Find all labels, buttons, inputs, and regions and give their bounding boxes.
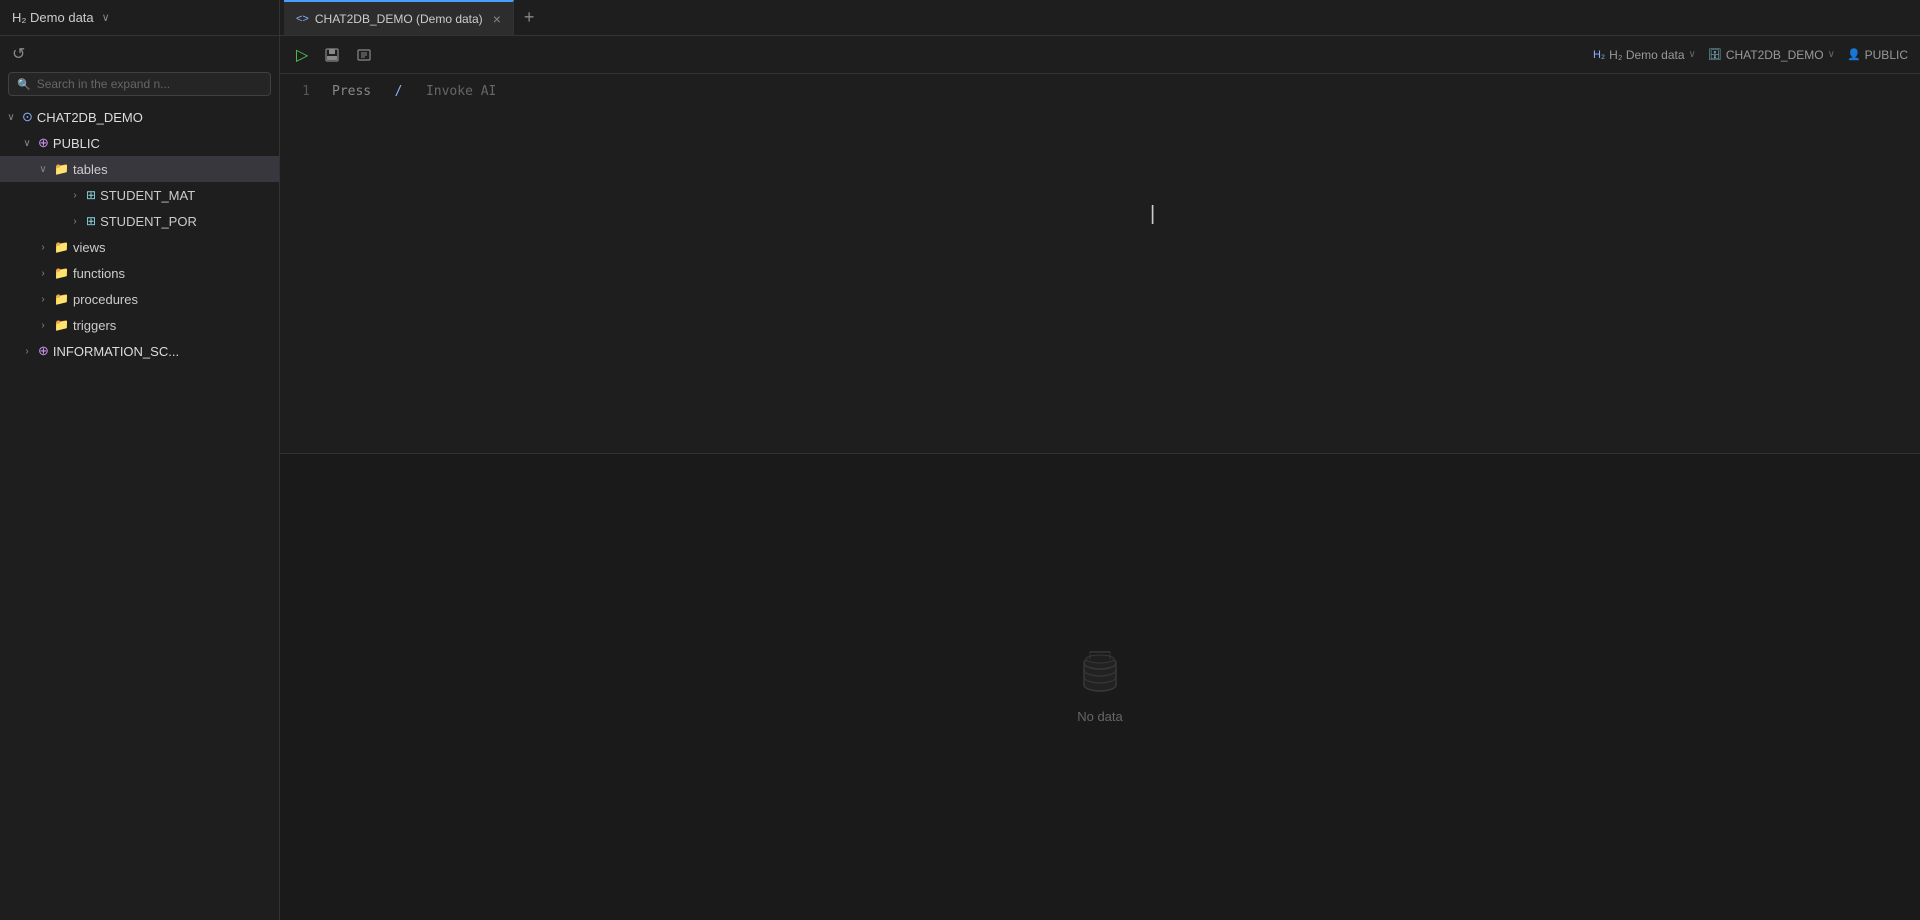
header-right: H₂ H₂ Demo data ∨ 🗄 CHAT2DB_DEMO ∨ 👤 PUB… <box>1593 48 1908 62</box>
search-icon: 🔍 <box>17 78 31 91</box>
run-button[interactable]: ▷ <box>292 43 312 67</box>
no-data-icon <box>1076 650 1124 701</box>
schema-label: PUBLIC <box>1865 48 1908 62</box>
chevron-chat2db: ∨ <box>4 112 18 123</box>
editor-content: 1 Press / Invoke AI <box>280 74 1920 453</box>
tree-item-student-mat[interactable]: › ⊞ STUDENT_MAT <box>0 182 279 208</box>
tree-label-chat2db: CHAT2DB_DEMO <box>37 110 143 125</box>
line-numbers: 1 <box>280 74 320 453</box>
folder-icon-procedures: 📁 <box>54 292 69 306</box>
tree-item-tables[interactable]: ∨ 📁 tables <box>0 156 279 182</box>
results-pane: No data <box>280 454 1920 920</box>
main-layout: ↺ 🔍 Search in the expand n... ∨ ⊙ CHAT2D… <box>0 36 1920 920</box>
placeholder-slash-text: / <box>395 84 403 99</box>
title-bar: H₂ Demo data ∨ <> CHAT2DB_DEMO (Demo dat… <box>0 0 1920 36</box>
editor-actions: ▷ <box>292 43 376 67</box>
schema-selector-icon: 👤 <box>1847 48 1861 61</box>
no-data-text: No data <box>1077 709 1123 724</box>
schema-icon-info: ⊕ <box>38 343 49 359</box>
save-button[interactable] <box>320 45 344 65</box>
placeholder-invoke-text: Invoke AI <box>426 84 496 99</box>
table-icon-student-por: ⊞ <box>86 214 96 228</box>
folder-icon-functions: 📁 <box>54 266 69 280</box>
chevron-functions: › <box>36 268 50 279</box>
chevron-student-mat: › <box>68 190 82 201</box>
placeholder-press-text: Press <box>332 84 371 99</box>
db-selector-icon: 🗄 <box>1708 48 1722 61</box>
table-icon-student-mat: ⊞ <box>86 188 96 202</box>
text-cursor: | <box>1150 204 1152 222</box>
database-empty-icon <box>1076 650 1124 698</box>
chevron-info-schema: › <box>20 346 34 357</box>
chevron-triggers: › <box>36 320 50 331</box>
tree-item-info-schema[interactable]: › ⊕ INFORMATION_SC... <box>0 338 279 364</box>
format-icon <box>356 47 372 63</box>
active-tab[interactable]: <> CHAT2DB_DEMO (Demo data) × <box>284 0 514 35</box>
tree-label-functions: functions <box>73 266 125 281</box>
tree-label-procedures: procedures <box>73 292 138 307</box>
tree-item-chat2db-demo[interactable]: ∨ ⊙ CHAT2DB_DEMO <box>0 104 279 130</box>
schema-icon: ⊕ <box>38 135 49 151</box>
folder-icon-views: 📁 <box>54 240 69 254</box>
tree-label-student-mat: STUDENT_MAT <box>100 188 195 203</box>
refresh-button[interactable]: ↺ <box>8 42 29 66</box>
tree-label-public: PUBLIC <box>53 136 100 151</box>
tree-item-procedures[interactable]: › 📁 procedures <box>0 286 279 312</box>
sidebar: ↺ 🔍 Search in the expand n... ∨ ⊙ CHAT2D… <box>0 36 280 920</box>
folder-icon-tables: 📁 <box>54 162 69 176</box>
tab-code-icon: <> <box>296 13 309 25</box>
database-selector[interactable]: 🗄 CHAT2DB_DEMO ∨ <box>1708 48 1835 62</box>
sidebar-tree: ∨ ⊙ CHAT2DB_DEMO ∨ ⊕ PUBLIC ∨ 📁 tables ›… <box>0 102 279 920</box>
tree-item-triggers[interactable]: › 📁 triggers <box>0 312 279 338</box>
chevron-student-por: › <box>68 216 82 227</box>
line-number-1: 1 <box>280 82 320 102</box>
connection-icon: H₂ <box>1593 49 1605 61</box>
chevron-tables: ∨ <box>36 164 50 175</box>
tree-label-info-schema: INFORMATION_SC... <box>53 344 179 359</box>
folder-icon-triggers: 📁 <box>54 318 69 332</box>
search-box[interactable]: 🔍 Search in the expand n... <box>8 72 271 96</box>
tree-item-functions[interactable]: › 📁 functions <box>0 260 279 286</box>
editor-toolbar: ▷ <box>280 36 1920 74</box>
window-title: H₂ Demo data <box>12 10 94 25</box>
title-bar-arrow[interactable]: ∨ <box>102 11 110 24</box>
connection-arrow: ∨ <box>1689 49 1696 60</box>
editor-placeholder-area[interactable]: Press / Invoke AI <box>320 74 508 453</box>
schema-selector[interactable]: 👤 PUBLIC <box>1847 48 1908 62</box>
content-area: ▷ <box>280 36 1920 920</box>
tree-label-views: views <box>73 240 106 255</box>
save-icon <box>324 47 340 63</box>
add-tab-button[interactable]: + <box>516 7 543 28</box>
format-button[interactable] <box>352 45 376 65</box>
tab-close-button[interactable]: × <box>493 11 501 27</box>
database-label: CHAT2DB_DEMO <box>1726 48 1824 62</box>
tree-item-public[interactable]: ∨ ⊕ PUBLIC <box>0 130 279 156</box>
tree-item-student-por[interactable]: › ⊞ STUDENT_POR <box>0 208 279 234</box>
tree-label-tables: tables <box>73 162 108 177</box>
tree-label-student-por: STUDENT_POR <box>100 214 197 229</box>
chevron-views: › <box>36 242 50 253</box>
editor-pane[interactable]: 1 Press / Invoke AI | <box>280 74 1920 454</box>
tree-item-views[interactable]: › 📁 views <box>0 234 279 260</box>
database-icon: ⊙ <box>22 109 33 125</box>
chevron-public: ∨ <box>20 138 34 149</box>
search-placeholder: Search in the expand n... <box>37 77 170 91</box>
connection-selector[interactable]: H₂ H₂ Demo data ∨ <box>1593 48 1696 62</box>
connection-label: H₂ Demo data <box>1609 48 1684 62</box>
title-bar-left: H₂ Demo data ∨ <box>0 0 280 35</box>
tabs-area: <> CHAT2DB_DEMO (Demo data) × + <box>280 0 1920 35</box>
database-arrow: ∨ <box>1828 49 1835 60</box>
tree-label-triggers: triggers <box>73 318 116 333</box>
tab-label: CHAT2DB_DEMO (Demo data) <box>315 12 483 26</box>
sidebar-toolbar: ↺ <box>0 36 279 72</box>
chevron-procedures: › <box>36 294 50 305</box>
